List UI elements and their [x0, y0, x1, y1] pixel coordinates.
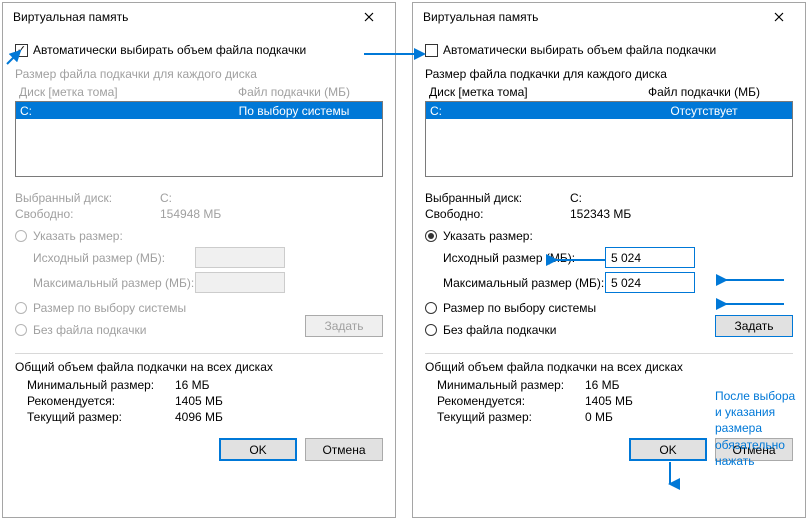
selected-disk-label: Выбранный диск: — [425, 191, 570, 205]
pagefile-col-header: Файл подкачки (МБ) — [189, 85, 379, 99]
titlebar: Виртуальная память — [3, 3, 395, 31]
initial-size-input — [195, 247, 285, 268]
close-icon — [774, 12, 784, 22]
radio-custom-size[interactable] — [425, 230, 437, 242]
drives-section-label: Размер файла подкачки для каждого диска — [15, 67, 383, 81]
auto-manage-label: Автоматически выбирать объем файла подка… — [33, 43, 306, 57]
selected-disk-label: Выбранный диск: — [15, 191, 160, 205]
free-space-value: 152343 МБ — [570, 207, 631, 221]
close-button[interactable] — [759, 5, 799, 29]
window-title: Виртуальная память — [423, 10, 759, 24]
cancel-button[interactable]: Отмена — [305, 438, 383, 461]
radio-system-managed[interactable] — [425, 302, 437, 314]
ok-button[interactable]: OK — [219, 438, 297, 461]
divider — [15, 353, 383, 354]
cur-size-value: 0 МБ — [585, 410, 613, 424]
min-size-label: Минимальный размер: — [425, 378, 585, 392]
radio-custom-label: Указать размер: — [33, 229, 123, 243]
cur-size-value: 4096 МБ — [175, 410, 223, 424]
titlebar: Виртуальная память — [413, 3, 805, 31]
rec-size-label: Рекомендуется: — [15, 394, 175, 408]
cur-size-label: Текущий размер: — [425, 410, 585, 424]
initial-size-label: Исходный размер (МБ): — [425, 251, 605, 265]
radio-custom-size — [15, 230, 27, 242]
max-size-input — [195, 272, 285, 293]
ok-button[interactable]: OK — [629, 438, 707, 461]
radio-system-managed — [15, 302, 27, 314]
min-size-value: 16 МБ — [175, 378, 210, 392]
drive-col-header: Диск [метка тома] — [429, 85, 599, 99]
divider — [425, 353, 793, 354]
free-space-label: Свободно: — [15, 207, 160, 221]
max-size-label: Максимальный размер (МБ): — [425, 276, 605, 290]
radio-none-label: Без файла подкачки — [443, 323, 556, 337]
radio-system-label: Размер по выбору системы — [443, 301, 596, 315]
rec-size-value: 1405 МБ — [585, 394, 633, 408]
window-title: Виртуальная память — [13, 10, 349, 24]
note-line: После выбора — [715, 388, 795, 404]
close-button[interactable] — [349, 5, 389, 29]
min-size-label: Минимальный размер: — [15, 378, 175, 392]
drive-letter: C: — [20, 104, 190, 118]
note-line: и указания — [715, 404, 795, 420]
pagefile-col-header: Файл подкачки (МБ) — [599, 85, 789, 99]
radio-none-label: Без файла подкачки — [33, 323, 146, 337]
radio-no-pagefile[interactable] — [425, 324, 437, 336]
note-line: размера — [715, 420, 795, 436]
set-button: Задать — [305, 315, 383, 337]
radio-custom-label: Указать размер: — [443, 229, 533, 243]
radio-no-pagefile — [15, 324, 27, 336]
selected-disk-value: C: — [160, 191, 172, 205]
totals-header: Общий объем файла подкачки на всех диска… — [15, 360, 383, 374]
drive-letter: C: — [430, 104, 600, 118]
initial-size-input[interactable]: 5 024 — [605, 247, 695, 268]
drive-row[interactable]: C: По выбору системы — [16, 102, 382, 119]
totals-header: Общий объем файла подкачки на всех диска… — [425, 360, 793, 374]
radio-system-label: Размер по выбору системы — [33, 301, 186, 315]
close-icon — [364, 12, 374, 22]
drive-row[interactable]: C: Отсутствует — [426, 102, 792, 119]
cur-size-label: Текущий размер: — [15, 410, 175, 424]
annotation-note: После выбора и указания размера обязател… — [715, 388, 795, 469]
free-space-value: 154948 МБ — [160, 207, 221, 221]
max-size-label: Максимальный размер (МБ): — [15, 276, 195, 290]
auto-manage-label: Автоматически выбирать объем файла подка… — [443, 43, 716, 57]
set-button[interactable]: Задать — [715, 315, 793, 337]
drive-pagefile-status: По выбору системы — [190, 104, 378, 118]
drives-section-label: Размер файла подкачки для каждого диска — [425, 67, 793, 81]
auto-manage-checkbox[interactable] — [425, 44, 438, 57]
auto-manage-checkbox[interactable] — [15, 44, 28, 57]
rec-size-label: Рекомендуется: — [425, 394, 585, 408]
free-space-label: Свободно: — [425, 207, 570, 221]
drive-listbox[interactable]: C: По выбору системы — [15, 101, 383, 177]
max-size-input[interactable]: 5 024 — [605, 272, 695, 293]
drive-col-header: Диск [метка тома] — [19, 85, 189, 99]
drive-listbox[interactable]: C: Отсутствует — [425, 101, 793, 177]
drive-pagefile-status: Отсутствует — [600, 104, 788, 118]
min-size-value: 16 МБ — [585, 378, 620, 392]
virtual-memory-dialog-before: Виртуальная память Автоматически выбират… — [2, 2, 396, 518]
note-line: нажать — [715, 453, 795, 469]
initial-size-label: Исходный размер (МБ): — [15, 251, 195, 265]
note-line: обязательно — [715, 437, 795, 453]
rec-size-value: 1405 МБ — [175, 394, 223, 408]
selected-disk-value: C: — [570, 191, 582, 205]
